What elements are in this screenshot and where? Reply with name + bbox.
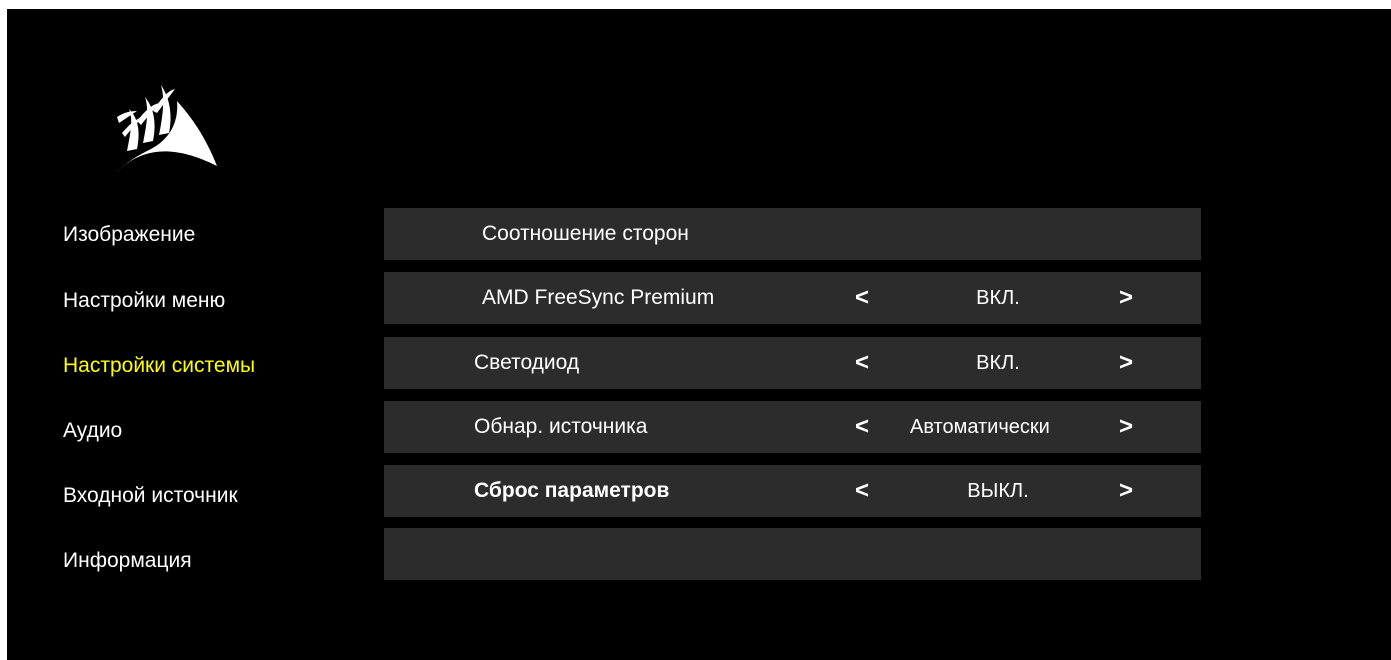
menu-item-audio[interactable]: Аудио xyxy=(63,419,122,443)
menu-item-menu-settings[interactable]: Настройки меню xyxy=(63,289,225,313)
previous-option-arrow-icon[interactable]: < xyxy=(847,401,877,453)
setting-row-aspect-ratio[interactable]: Соотношение сторон xyxy=(384,208,1201,260)
corsair-sails-icon xyxy=(115,85,217,174)
setting-value: Автоматически xyxy=(910,416,1050,438)
setting-label: Светодиод xyxy=(474,351,580,374)
next-option-arrow-icon[interactable]: > xyxy=(1111,272,1141,324)
setting-value: ВКЛ. xyxy=(976,352,1020,374)
menu-item-image[interactable]: Изображение xyxy=(63,223,195,247)
setting-row-empty xyxy=(384,528,1201,580)
setting-label: Соотношение сторон xyxy=(482,222,689,245)
menu-item-system-settings[interactable]: Настройки системы xyxy=(63,354,255,378)
setting-row-freesync[interactable]: AMD FreeSync Premium < ВКЛ. > xyxy=(384,272,1201,324)
setting-value: ВЫКЛ. xyxy=(967,480,1029,502)
setting-label: Обнар. источника xyxy=(474,415,648,438)
osd-screen: Изображение Настройки меню Настройки сис… xyxy=(7,9,1391,660)
next-option-arrow-icon[interactable]: > xyxy=(1111,337,1141,389)
menu-item-information[interactable]: Информация xyxy=(63,549,192,573)
setting-row-reset[interactable]: Сброс параметров < ВЫКЛ. > xyxy=(384,465,1201,517)
setting-row-source-detection[interactable]: Обнар. источника < Автоматически > xyxy=(384,401,1201,453)
setting-value: ВКЛ. xyxy=(976,287,1020,309)
menu-item-input-source[interactable]: Входной источник xyxy=(63,484,238,508)
next-option-arrow-icon[interactable]: > xyxy=(1111,401,1141,453)
previous-option-arrow-icon[interactable]: < xyxy=(847,272,877,324)
setting-label: AMD FreeSync Premium xyxy=(482,286,715,309)
setting-row-led[interactable]: Светодиод < ВКЛ. > xyxy=(384,337,1201,389)
previous-option-arrow-icon[interactable]: < xyxy=(847,337,877,389)
setting-label: Сброс параметров xyxy=(474,479,670,502)
previous-option-arrow-icon[interactable]: < xyxy=(847,465,877,517)
next-option-arrow-icon[interactable]: > xyxy=(1111,465,1141,517)
